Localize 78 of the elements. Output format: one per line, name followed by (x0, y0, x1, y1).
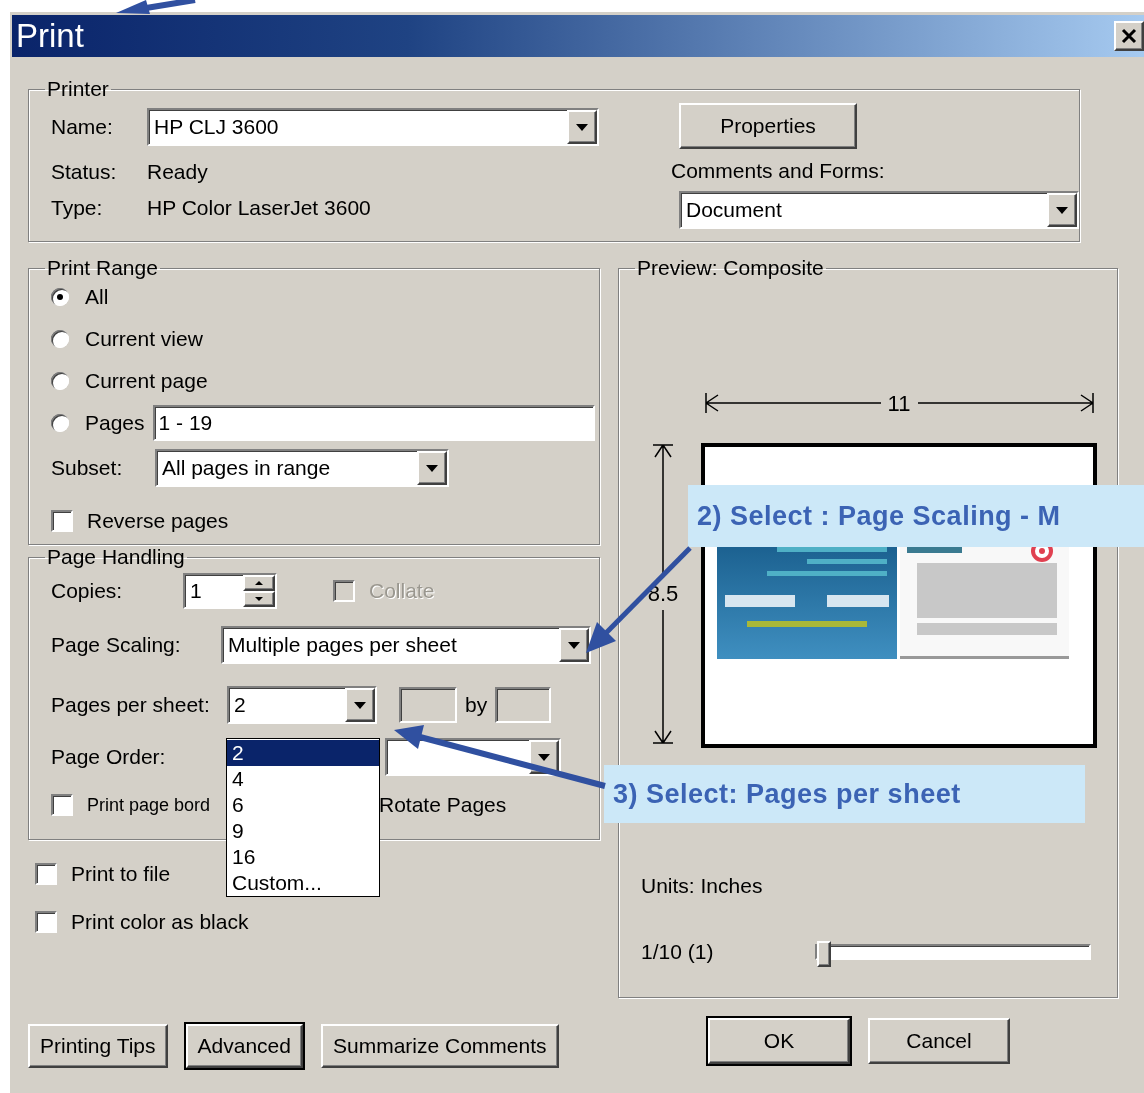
checkbox[interactable] (35, 863, 57, 885)
group-label: Printer (46, 77, 110, 101)
field-label: Copies: (51, 579, 124, 603)
slider-thumb[interactable] (817, 941, 832, 967)
field-label: Page Order: (51, 745, 166, 769)
list-option[interactable]: Custom... (227, 870, 379, 896)
field-label: Comments and Forms: (671, 159, 886, 183)
units-label: Units: Inches (641, 874, 764, 898)
status-value: Ready (147, 160, 208, 184)
window-title: Print (15, 17, 84, 55)
checkbox-label[interactable]: Rotate Pages (379, 793, 507, 817)
up-icon (255, 581, 263, 585)
radio-label[interactable]: All (85, 285, 109, 309)
type-value: HP Color LaserJet 3600 (147, 196, 371, 220)
button[interactable]: Printing Tips (28, 1024, 168, 1068)
checkbox-label[interactable]: Print color as black (71, 910, 249, 934)
radio-label[interactable]: Current view (85, 327, 203, 351)
input-field[interactable] (495, 687, 552, 723)
button[interactable]: Cancel (868, 1018, 1010, 1064)
dimension-label: 11 (887, 391, 911, 416)
checkbox-label[interactable]: Reverse pages (87, 509, 229, 533)
down-icon (255, 597, 263, 601)
field-label: Subset: (51, 456, 124, 480)
caret-icon (426, 464, 438, 472)
list-option[interactable]: 16 (227, 844, 379, 870)
list-option[interactable]: 9 (227, 818, 379, 844)
list-option[interactable]: 6 (227, 792, 379, 818)
pages-per-sheet-dropdown[interactable]: 2 (227, 686, 377, 724)
radio-button[interactable] (51, 330, 69, 348)
checkbox[interactable] (51, 794, 73, 816)
zoom-label: 1/10 (1) (641, 940, 714, 964)
list-option[interactable]: 2 (227, 740, 379, 766)
checkbox[interactable] (35, 911, 57, 933)
caret-icon (576, 123, 588, 131)
radio-button[interactable] (51, 288, 69, 306)
checkbox-label[interactable]: Print to file (71, 862, 171, 886)
subset-dropdown[interactable]: All pages in range (155, 449, 449, 487)
dropdown-button[interactable] (1047, 193, 1077, 227)
dropdown-button[interactable] (567, 110, 597, 144)
list-option[interactable]: 4 (227, 766, 379, 792)
caret-icon (568, 641, 580, 649)
group-label: Print Range (46, 256, 159, 280)
group-label: Preview: Composite (636, 256, 825, 280)
field-label: Type: (51, 196, 104, 220)
button[interactable]: Properties (679, 103, 857, 149)
caret-icon (354, 701, 366, 709)
group-label: Page Handling (46, 545, 186, 569)
caret-icon (1056, 206, 1068, 214)
field-label: Page Scaling: (51, 633, 182, 657)
radio-label[interactable]: Current page (85, 369, 208, 393)
checkbox[interactable] (51, 510, 73, 532)
radio-button[interactable] (51, 414, 69, 432)
button[interactable]: Summarize Comments (320, 1024, 559, 1068)
spin-up-button[interactable] (243, 575, 275, 591)
button[interactable]: Advanced (185, 1024, 303, 1068)
button[interactable]: OK (708, 1018, 850, 1064)
dropdown-button[interactable] (559, 628, 589, 662)
dropdown-button[interactable] (345, 688, 375, 722)
input-field[interactable] (399, 687, 457, 723)
checkbox-label[interactable]: Print page bord (87, 794, 211, 816)
field-label: by (465, 693, 488, 717)
input-field[interactable]: 1 - 19 (152, 405, 595, 441)
field-label: Status: (51, 160, 118, 184)
close-icon (1121, 28, 1137, 44)
printer-dropdown[interactable]: HP CLJ 3600 (147, 108, 599, 146)
number-field[interactable]: 1 (183, 573, 277, 609)
comments-dropdown[interactable]: Document (679, 191, 1079, 229)
radio-label[interactable]: Pages (85, 411, 145, 435)
callout-label: 2) Select : Page Scaling - M (688, 485, 1144, 547)
spin-down-button[interactable] (243, 591, 275, 607)
close-button[interactable] (1114, 21, 1144, 51)
radio-button[interactable] (51, 372, 69, 390)
caret-icon (538, 753, 550, 761)
field-label: Pages per sheet: (51, 693, 211, 717)
page-scaling-dropdown[interactable]: Multiple pages per sheet (221, 626, 591, 664)
callout-label: 3) Select: Pages per sheet (604, 765, 1085, 823)
field-label: Name: (51, 115, 114, 139)
dropdown-button[interactable] (417, 451, 447, 485)
